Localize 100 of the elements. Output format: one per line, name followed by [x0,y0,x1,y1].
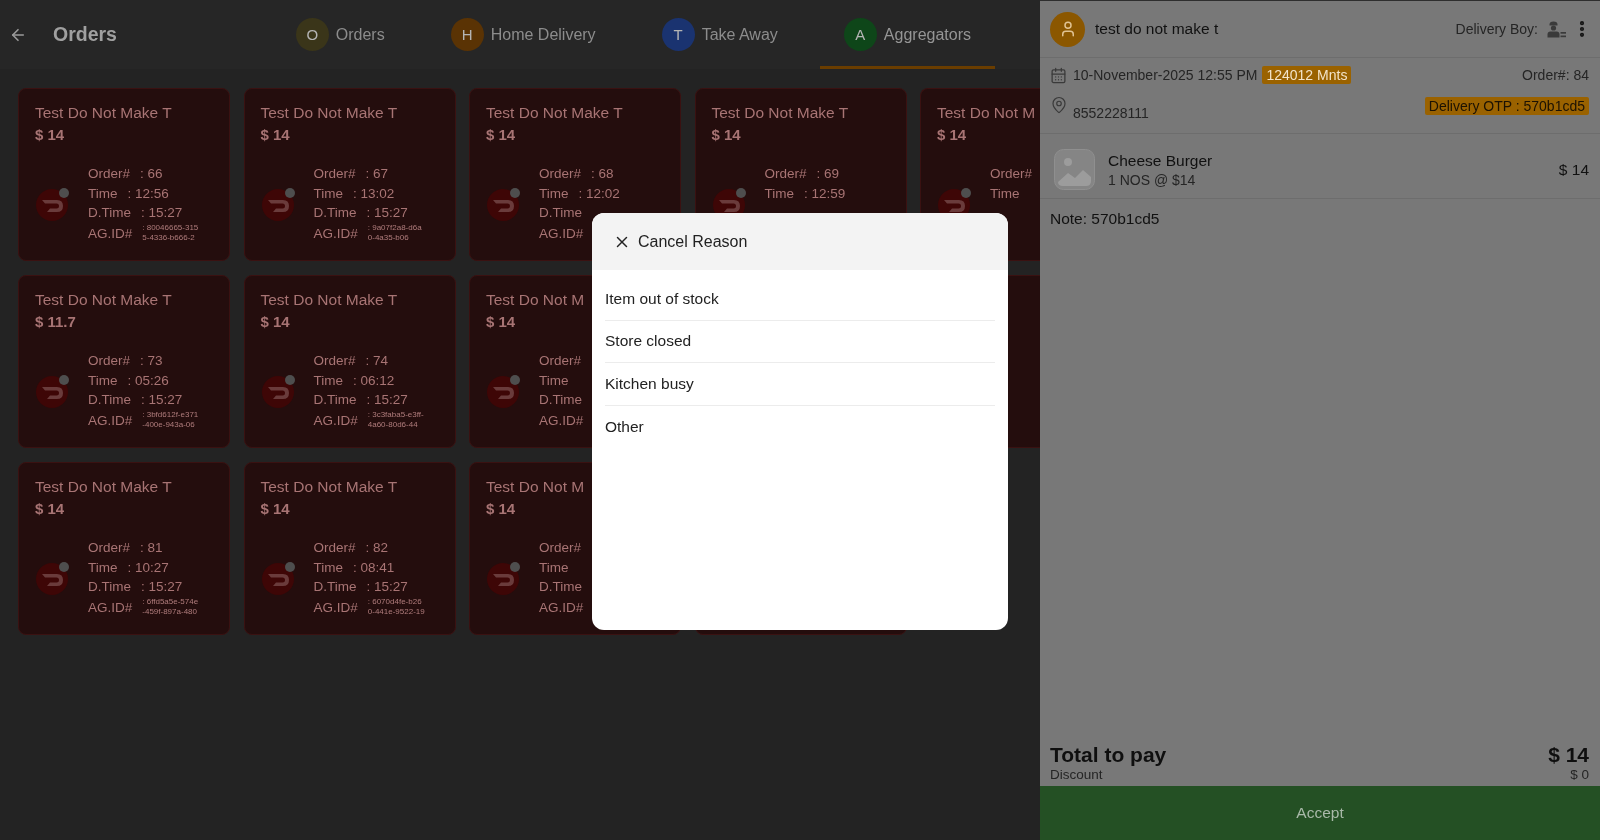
order-price: $ 14 [260,125,290,145]
person-icon[interactable] [1547,20,1566,38]
order-note: Note: 570b1cd5 [1049,209,1161,229]
item-quantity: 1 NOS @ $14 [1108,171,1197,188]
field-label: AG.ID# [539,225,584,241]
logo-icon [486,186,521,222]
logo-icon [35,560,70,596]
field-value: : 06:12 [353,372,395,388]
order-price: $ 11.7 [35,312,76,332]
delivery-otp: Delivery OTP : 570b1cd5 [1424,97,1589,115]
order-price: $ 14 [937,125,967,145]
initial-avatar: A [843,18,877,51]
order-title: Test Do Not M [937,103,1036,123]
field-label: AG.ID# [539,412,584,428]
page-title: Orders [53,23,117,46]
field-label: Time [313,559,343,575]
field-value: : 15:27 [141,579,183,595]
field-label: Time [313,185,343,201]
field-label: Order# [88,353,131,369]
field-label: Time [539,372,569,388]
accept-button[interactable]: Accept [1040,786,1600,840]
order-price: $ 14 [711,125,741,145]
field-label: AG.ID# [313,225,358,241]
field-value: : 12:56 [127,185,169,201]
logo-icon [35,186,70,222]
order-card[interactable]: Test Do Not Make T $ 11.7 Order# : 73 Time : 05:26 D.Time : 15:27 AG.ID# : 3bfd612f-e371-400e-943a-06 [18,275,230,448]
total-label: Total to pay [1050,743,1167,767]
order-price: $ 14 [486,312,516,332]
field-label: Time [88,372,118,388]
order-price: $ 14 [35,499,65,519]
initial-avatar: H [450,18,484,51]
elapsed-time: 124012 Mnts [1262,66,1352,84]
logo-icon [260,560,296,596]
field-value: : 08:41 [353,559,395,575]
field-value: : 6ffd5a5e-574e-459f-897a-480 [142,597,200,617]
order-title: Test Do Not Make T [35,477,172,497]
order-title: Test Do Not Make T [35,103,172,123]
order-title: Test Do Not Make T [486,103,623,123]
field-label: Time [88,185,118,201]
field-value: : 05:26 [127,372,169,388]
reason-option[interactable]: Kitchen busy [605,363,995,406]
field-label: AG.ID# [313,599,358,615]
field-label: D.Time [88,579,131,595]
logo-icon [260,186,296,222]
field-label: AG.ID# [88,412,133,428]
order-card[interactable]: Test Do Not Make T $ 14 Order# : 67 Time : 13:02 D.Time : 15:27 AG.ID# : 9a07f2a8-d6a0-4a35-b06 [243,88,456,261]
field-label: D.Time [313,205,357,221]
field-value: : 12:59 [804,185,846,201]
discount-label: Discount [1050,767,1103,782]
field-label: Order# [313,353,356,369]
field-label: D.Time [88,205,131,221]
item-price: $ 14 [1558,160,1589,179]
field-value: : 15:27 [366,205,408,221]
order-card[interactable]: Test Do Not Make T $ 14 Order# : 81 Time : 10:27 D.Time : 15:27 AG.ID# : 6ffd5a5e-574e-459f-897a-480 [18,462,230,635]
field-label: Time [88,559,118,575]
discount-amount: $ 0 [1570,767,1589,782]
field-label: D.Time [539,579,582,595]
field-value: : 9a07f2a8-d6a0-4a35-b06 [367,223,423,243]
field-label: D.Time [539,392,582,408]
field-label: Order# [539,353,582,369]
customer-name: test do not make t [1095,20,1219,38]
reason-option[interactable]: Item out of stock [605,278,995,321]
field-label: Time [764,185,794,201]
order-card[interactable]: Test Do Not Make T $ 14 Order# : 66 Time : 12:56 D.Time : 15:27 AG.ID# : 80046665-3155-4336-b666-2 [18,88,230,261]
field-value: : 74 [365,353,389,369]
field-label: Time [539,559,569,575]
field-label: Order# [764,166,807,182]
order-card[interactable]: Test Do Not Make T $ 14 Order# : 74 Time : 06:12 D.Time : 15:27 AG.ID# : 3c3faba5-e3ff-4a60-80d6-44 [243,275,456,448]
field-label: D.Time [539,205,582,221]
field-value: : 12:02 [578,185,620,201]
tab[interactable]: T Take Away [637,0,802,69]
order-title: Test Do Not M [486,290,585,310]
field-value: : 15:27 [366,392,408,408]
order-title: Test Do Not M [486,477,585,497]
field-value: : 67 [365,166,389,182]
avatar-icon [1050,11,1085,47]
tab[interactable]: A Aggregators [819,0,995,69]
order-card[interactable]: Test Do Not Make T $ 14 Order# : 82 Time : 08:41 D.Time : 15:27 AG.ID# : 6070d4fe-b260-441e-9522-19 [243,462,456,635]
field-value: : 66 [140,166,163,182]
field-label: D.Time [313,392,357,408]
field-label: Order# [539,166,582,182]
field-label: D.Time [313,579,357,595]
initial-avatar: O [295,18,329,51]
field-label: D.Time [88,392,131,408]
field-value: : 3c3faba5-e3ff-4a60-80d6-44 [367,410,425,430]
field-label: AG.ID# [88,599,133,615]
tab[interactable]: H Home Delivery [426,0,620,69]
order-price: $ 14 [486,125,516,145]
logo-icon [260,373,296,409]
total-amount: $ 14 [1548,743,1589,767]
field-label: Time [539,185,569,201]
field-label: AG.ID# [88,225,133,241]
field-label: Order# [88,540,131,556]
tab[interactable]: O Orders [271,0,409,69]
reason-option[interactable]: Store closed [605,320,995,363]
order-price: $ 14 [260,312,290,332]
calendar-icon [1050,66,1067,84]
field-value: : 13:02 [353,185,395,201]
initial-avatar: T [661,18,695,51]
image-placeholder-icon [1054,149,1095,190]
